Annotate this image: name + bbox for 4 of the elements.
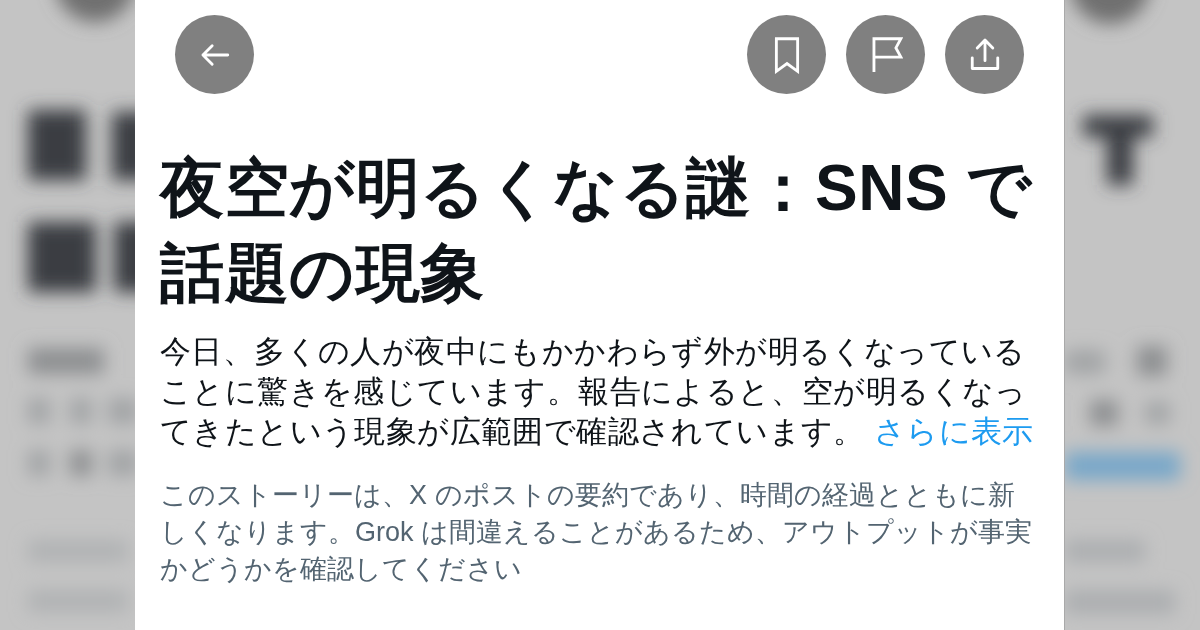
- story-title: 夜空が明るくなる謎：SNS で話題の現象: [160, 151, 1034, 311]
- disclaimer-text: このストーリーは、X のポストの要約であり、時間の経過とともに新しくなります。Grok は間違えることがあるため、アウトプットが事実かどうかを確認してください: [160, 479, 1033, 586]
- summary-text: 今日、多くの人が夜中にもかかわらず外が明るくなっていることに驚きを感じています。報告によると、空が明るくなってきたという現象が広範囲で確認されています。 さらに表示: [160, 333, 1035, 451]
- show-more-link[interactable]: さらに表示: [873, 414, 1034, 449]
